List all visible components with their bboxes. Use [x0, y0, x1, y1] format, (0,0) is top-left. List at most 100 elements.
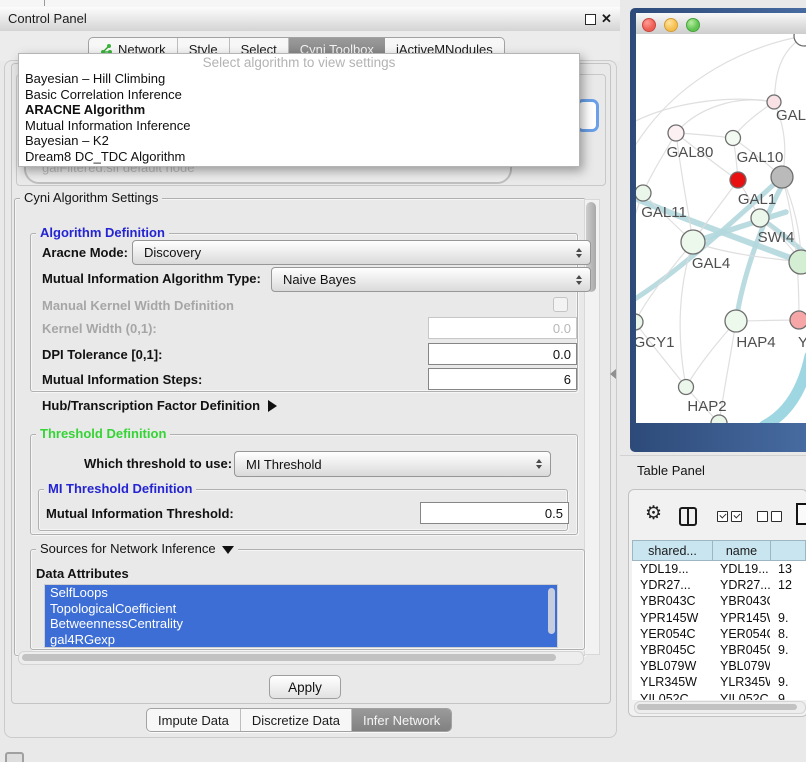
- table-row[interactable]: YER054CYER054C8.: [632, 626, 806, 642]
- data-attributes-list[interactable]: SelfLoopsTopologicalCoefficientBetweenne…: [44, 584, 558, 648]
- table-row[interactable]: YPR145WYPR145W9.: [632, 610, 806, 626]
- algorithm-option[interactable]: Basic Correlation Inference: [19, 87, 579, 103]
- table-panel-title: Table Panel: [637, 463, 705, 478]
- table-cell: YIL052C: [632, 692, 712, 700]
- network-node-hap2[interactable]: [679, 380, 694, 395]
- mi-steps-field[interactable]: 6: [428, 368, 577, 390]
- table-row[interactable]: YIL052CYIL052C9: [632, 691, 806, 701]
- table-hscroll-thumb[interactable]: [637, 704, 797, 710]
- aracne-mode-select[interactable]: Discovery: [132, 240, 591, 265]
- network-edge[interactable]: [636, 99, 774, 124]
- network-node-y[interactable]: [790, 311, 806, 329]
- collapse-down-icon[interactable]: [222, 546, 234, 554]
- network-edge[interactable]: [676, 100, 774, 133]
- network-edge[interactable]: [733, 102, 774, 138]
- table-row[interactable]: YDR27...YDR27...12: [632, 577, 806, 593]
- algorithm-dropdown-list[interactable]: Select algorithm to view settings Bayesi…: [18, 53, 580, 167]
- file-icon[interactable]: [796, 503, 806, 525]
- dropdown-placeholder: Select algorithm to view settings: [19, 54, 579, 71]
- algorithm-option[interactable]: Dream8 DC_TDC Algorithm: [19, 149, 579, 165]
- threshold-title: Threshold Definition: [36, 427, 170, 441]
- zoom-traffic-light[interactable]: [686, 18, 700, 32]
- algorithm-option[interactable]: Bayesian – Hill Climbing: [19, 71, 579, 87]
- mi-threshold-field[interactable]: 0.5: [420, 502, 569, 524]
- network-canvas[interactable]: GALGAL80GAL10GAL1GAL11SWI4GAL4GCY1HAP4YH…: [636, 34, 806, 423]
- list-scroll-thumb[interactable]: [548, 588, 555, 634]
- deselect-all-icon[interactable]: [757, 511, 768, 522]
- column-header[interactable]: name: [713, 541, 771, 560]
- network-node-swi4[interactable]: [751, 209, 769, 227]
- mi-type-value: Naive Bayes: [283, 272, 356, 287]
- minimize-traffic-light[interactable]: [664, 18, 678, 32]
- float-panel-icon[interactable]: [585, 14, 596, 25]
- table-row[interactable]: YBL079WYBL079W: [632, 658, 806, 674]
- dock-panel-icon[interactable]: [5, 752, 24, 762]
- select-all-icon[interactable]: [731, 511, 742, 522]
- close-traffic-light[interactable]: [642, 18, 656, 32]
- manual-kernel-checkbox[interactable]: [553, 297, 568, 312]
- table-cell: YBR045C: [712, 643, 770, 657]
- network-edge[interactable]: [636, 242, 693, 322]
- gear-icon[interactable]: ⚙: [645, 504, 662, 524]
- deselect-all-icon[interactable]: [771, 511, 782, 522]
- table-cell: YDR27...: [712, 578, 770, 592]
- table-hscrollbar[interactable]: [634, 701, 806, 714]
- column-header[interactable]: shared...: [633, 541, 713, 560]
- network-node-gal80[interactable]: [668, 125, 684, 141]
- network-window-titlebar[interactable]: [636, 13, 806, 35]
- apply-button[interactable]: Apply: [269, 675, 341, 699]
- columns-icon[interactable]: [679, 507, 697, 526]
- network-node[interactable]: [794, 34, 806, 46]
- network-node[interactable]: [771, 166, 793, 188]
- network-node-gal4[interactable]: [681, 230, 705, 254]
- which-threshold-select[interactable]: MI Threshold: [234, 451, 551, 477]
- node-label: HAP4: [736, 334, 775, 351]
- dpi-tolerance-field[interactable]: 0.0: [428, 343, 577, 365]
- network-node-gal11[interactable]: [636, 185, 651, 201]
- network-edge[interactable]: [764, 356, 806, 423]
- network-node-hap4[interactable]: [725, 310, 747, 332]
- attribute-item[interactable]: gal4RGexp: [45, 632, 557, 648]
- algorithm-option[interactable]: ARACNE Algorithm: [19, 102, 579, 118]
- attribute-item[interactable]: TopologicalCoefficient: [45, 601, 557, 617]
- bottom-tab-infer-network[interactable]: Infer Network: [352, 709, 451, 731]
- table-cell: YBL079W: [632, 659, 712, 673]
- node-label: Y: [798, 334, 806, 351]
- mi-type-label: Mutual Information Algorithm Type:: [42, 271, 261, 286]
- network-edge[interactable]: [686, 321, 736, 387]
- hub-definition-expander[interactable]: Hub/Transcription Factor Definition: [42, 398, 277, 413]
- network-edge[interactable]: [774, 36, 804, 102]
- network-edge[interactable]: [636, 322, 686, 387]
- network-edge[interactable]: [643, 133, 676, 193]
- table-cell: 9.: [770, 675, 806, 689]
- mi-type-select[interactable]: Naive Bayes: [271, 267, 591, 292]
- settings-hscrollbar[interactable]: [18, 651, 584, 665]
- network-node-gcy1[interactable]: [636, 314, 643, 330]
- close-icon[interactable]: ✕: [601, 7, 612, 31]
- bottom-tab-impute-data[interactable]: Impute Data: [147, 709, 241, 731]
- stepper-icon: [576, 275, 582, 285]
- network-node-gal10[interactable]: [726, 131, 741, 146]
- attribute-item[interactable]: SelfLoops: [45, 585, 557, 601]
- algorithm-option[interactable]: Bayesian – K2: [19, 133, 579, 149]
- table-row[interactable]: YLR345WYLR345W9.: [632, 674, 806, 690]
- sources-collapse[interactable]: Sources for Network Inference: [36, 542, 238, 556]
- hscroll-thumb[interactable]: [22, 654, 556, 661]
- table-row[interactable]: YBR045CYBR045C9.: [632, 642, 806, 658]
- bottom-tab-discretize-data[interactable]: Discretize Data: [241, 709, 352, 731]
- node-label: GAL4: [692, 255, 730, 272]
- table-row[interactable]: YDL19...YDL19...13: [632, 561, 806, 577]
- table-cell: YER054C: [632, 627, 712, 641]
- select-all-icon[interactable]: [717, 511, 728, 522]
- expand-right-icon[interactable]: [268, 400, 277, 412]
- column-header[interactable]: [771, 541, 806, 560]
- attribute-item[interactable]: BetweennessCentrality: [45, 616, 557, 632]
- hub-definition-label: Hub/Transcription Factor Definition: [42, 398, 260, 413]
- node-label: GAL10: [737, 149, 784, 166]
- algorithm-option[interactable]: Mutual Information Inference: [19, 118, 579, 134]
- network-node-gal1[interactable]: [730, 172, 746, 188]
- table-row[interactable]: YBR043CYBR043C: [632, 593, 806, 609]
- network-node[interactable]: [789, 250, 806, 274]
- panel-divider-arrow[interactable]: [610, 369, 616, 379]
- kernel-width-field[interactable]: 0.0: [428, 317, 577, 339]
